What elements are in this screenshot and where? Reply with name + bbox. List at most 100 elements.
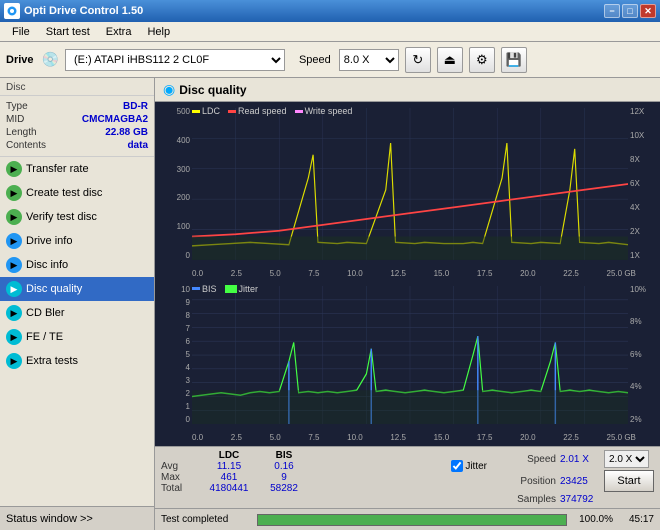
legend-ldc: LDC (192, 106, 220, 116)
toolbar: Drive 💿 (E:) ATAPI iHBS112 2 CL0F Speed … (0, 42, 660, 78)
progress-area: Test completed 100.0% 45:17 (155, 508, 660, 530)
extra-tests-icon: ▶ (6, 353, 22, 369)
legend-read-speed-label: Read speed (238, 106, 287, 116)
speed-dropdown[interactable]: 2.0 X (604, 450, 649, 468)
legend-read-speed: Read speed (228, 106, 287, 116)
disc-mid-label: MID (6, 114, 24, 125)
disc-mid-value: CMCMAGBA2 (82, 114, 148, 125)
disc-info-icon: ▶ (6, 257, 22, 273)
status-window-label: Status window >> (6, 513, 93, 525)
jitter-checkbox[interactable] (451, 460, 463, 472)
disc-section-label: Disc (0, 78, 154, 96)
transfer-rate-label: Transfer rate (26, 163, 89, 175)
sidebar-item-disc-quality[interactable]: ▶ Disc quality (0, 277, 154, 301)
stats-bar: LDC BIS Avg 11.15 0.16 Max 461 9 Total (155, 446, 660, 508)
samples-value: 374792 (560, 494, 600, 505)
samples-row: Samples 374792 (501, 494, 654, 505)
menu-file[interactable]: File (4, 24, 38, 40)
transfer-rate-icon: ▶ (6, 161, 22, 177)
drive-info-icon: ▶ (6, 233, 22, 249)
legend-write-speed: Write speed (295, 106, 353, 116)
sidebar-item-fe-te[interactable]: ▶ FE / TE (0, 325, 154, 349)
total-label: Total (161, 483, 199, 494)
stats-table: LDC BIS Avg 11.15 0.16 Max 461 9 Total (161, 450, 445, 494)
bottom-chart-x-axis: 0.0 2.5 5.0 7.5 10.0 12.5 15.0 17.5 20.0… (192, 433, 628, 442)
menubar: File Start test Extra Help (0, 22, 660, 42)
start-button[interactable]: Start (604, 470, 654, 492)
disc-info-panel: Type BD-R MID CMCMAGBA2 Length 22.88 GB … (0, 96, 154, 157)
disc-length-row: Length 22.88 GB (6, 126, 148, 139)
jitter-label: Jitter (465, 461, 487, 472)
verify-test-disc-label: Verify test disc (26, 211, 97, 223)
top-chart-y-right: 12X 10X 8X 6X 4X 2X 1X (628, 108, 658, 260)
position-label: Position (501, 476, 556, 487)
max-ldc: 461 (199, 472, 259, 483)
test-status-label: Test completed (161, 514, 251, 525)
eject-button[interactable]: ⏏ (437, 47, 463, 73)
fe-te-label: FE / TE (26, 331, 63, 343)
disc-contents-label: Contents (6, 140, 46, 151)
speed-select[interactable]: 8.0 X (339, 49, 399, 71)
create-test-disc-label: Create test disc (26, 187, 102, 199)
sidebar-item-create-test-disc[interactable]: ▶ Create test disc (0, 181, 154, 205)
bottom-chart-svg (192, 286, 628, 424)
menu-help[interactable]: Help (139, 24, 178, 40)
disc-length-value: 22.88 GB (105, 127, 148, 138)
legend-bis: BIS (192, 284, 217, 294)
settings-button[interactable]: ⚙ (469, 47, 495, 73)
avg-ldc: 11.15 (199, 461, 259, 472)
sidebar-item-verify-test-disc[interactable]: ▶ Verify test disc (0, 205, 154, 229)
main-area: Disc Type BD-R MID CMCMAGBA2 Length 22.8… (0, 78, 660, 530)
bottom-chart-y-left: 10 9 8 7 6 5 4 3 2 1 0 (157, 286, 192, 424)
sidebar-item-cd-bler[interactable]: ▶ CD Bler (0, 301, 154, 325)
speed-row: Speed 2.01 X 2.0 X (501, 450, 654, 468)
legend-jitter: Jitter (225, 284, 259, 294)
fe-te-icon: ▶ (6, 329, 22, 345)
status-window-button[interactable]: Status window >> (0, 506, 154, 530)
disc-quality-label: Disc quality (26, 283, 82, 295)
elapsed-time: 45:17 (619, 514, 654, 525)
disc-mid-row: MID CMCMAGBA2 (6, 113, 148, 126)
sidebar-item-transfer-rate[interactable]: ▶ Transfer rate (0, 157, 154, 181)
avg-label: Avg (161, 461, 199, 472)
minimize-button[interactable]: − (604, 4, 620, 18)
app-icon (4, 3, 20, 19)
ldc-col-header: LDC (199, 450, 259, 461)
menu-start-test[interactable]: Start test (38, 24, 98, 40)
close-button[interactable]: ✕ (640, 4, 656, 18)
sidebar-item-drive-info[interactable]: ▶ Drive info (0, 229, 154, 253)
speed-label: Speed (299, 54, 331, 66)
top-chart-svg (192, 108, 628, 260)
top-chart-legend: LDC Read speed Write speed (192, 106, 352, 116)
verify-test-disc-icon: ▶ (6, 209, 22, 225)
menu-extra[interactable]: Extra (98, 24, 140, 40)
bottom-chart: BIS Jitter 10 9 8 7 6 5 4 3 (157, 282, 658, 444)
save-button[interactable]: 💾 (501, 47, 527, 73)
titlebar: Opti Drive Control 1.50 − □ ✕ (0, 0, 660, 22)
max-label: Max (161, 472, 199, 483)
top-chart: LDC Read speed Write speed 500 400 300 (157, 104, 658, 280)
disc-type-label: Type (6, 101, 28, 112)
disc-contents-value: data (127, 140, 148, 151)
refresh-button[interactable]: ↻ (405, 47, 431, 73)
extra-tests-label: Extra tests (26, 355, 78, 367)
progress-bar-outer (257, 514, 567, 526)
sidebar-item-extra-tests[interactable]: ▶ Extra tests (0, 349, 154, 373)
jitter-section: Jitter (451, 450, 487, 472)
jitter-checkbox-row[interactable]: Jitter (451, 460, 487, 472)
create-test-disc-icon: ▶ (6, 185, 22, 201)
cd-bler-icon: ▶ (6, 305, 22, 321)
stats-right: Speed 2.01 X 2.0 X Position 23425 Start … (493, 450, 654, 505)
speed-stat-label: Speed (501, 454, 556, 465)
disc-length-label: Length (6, 127, 37, 138)
legend-jitter-label: Jitter (239, 284, 259, 294)
drive-select[interactable]: (E:) ATAPI iHBS112 2 CL0F (65, 49, 285, 71)
disc-quality-icon: ▶ (6, 281, 22, 297)
sidebar: Disc Type BD-R MID CMCMAGBA2 Length 22.8… (0, 78, 155, 530)
quality-icon: ◉ (163, 81, 175, 98)
legend-bis-label: BIS (202, 284, 217, 294)
progress-percent: 100.0% (573, 514, 613, 525)
samples-label: Samples (501, 494, 556, 505)
sidebar-item-disc-info[interactable]: ▶ Disc info (0, 253, 154, 277)
maximize-button[interactable]: □ (622, 4, 638, 18)
